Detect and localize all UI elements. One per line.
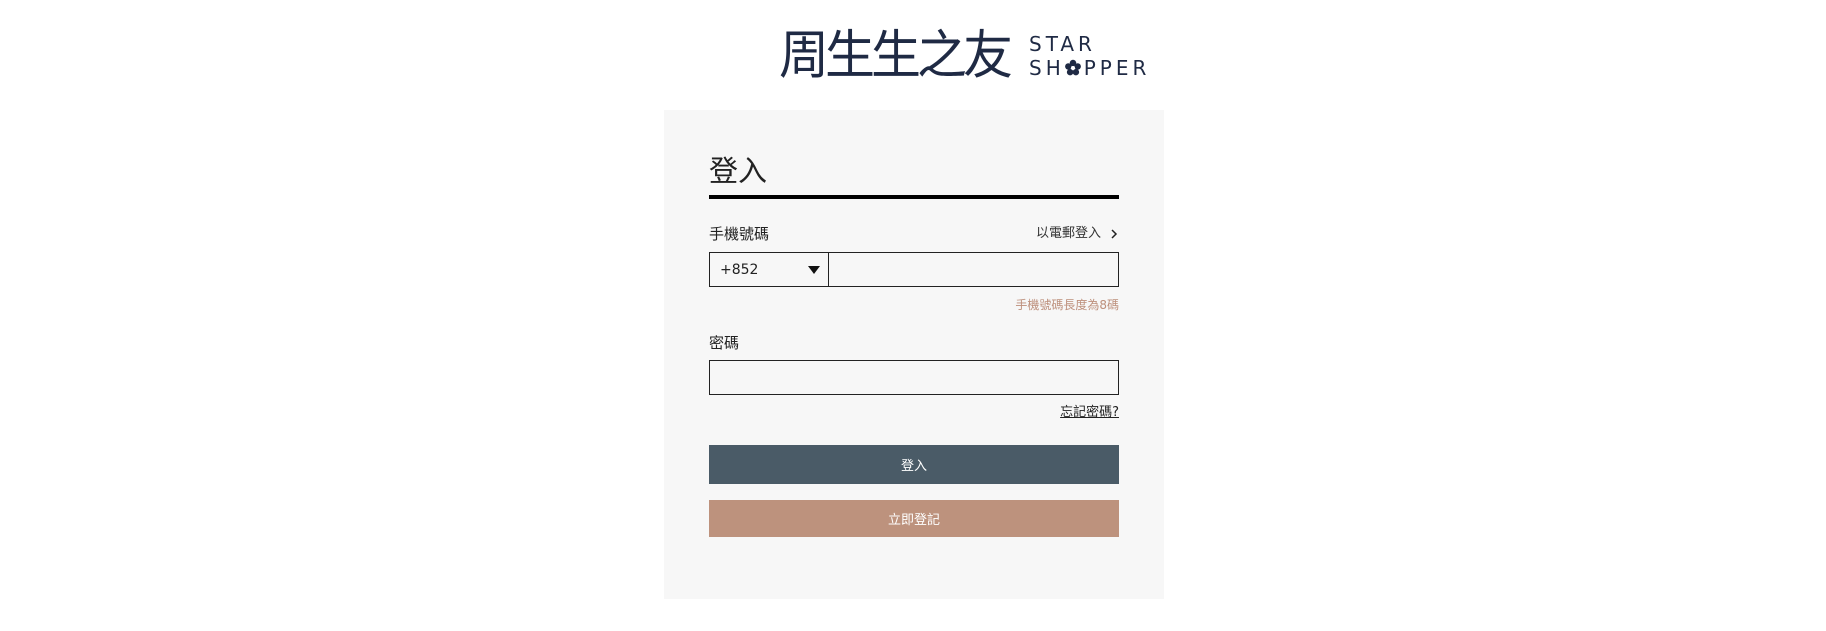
password-label: 密碼 xyxy=(709,334,740,352)
register-button[interactable]: 立即登記 xyxy=(709,500,1119,537)
logo-english-line2-left: SH xyxy=(1029,55,1065,80)
country-code-select[interactable]: +852 xyxy=(710,253,829,286)
logo-english-text: STAR SH PPER xyxy=(1029,32,1150,80)
title-divider xyxy=(709,195,1119,199)
phone-input[interactable] xyxy=(829,253,1118,286)
phone-label: 手機號碼 xyxy=(709,225,770,243)
chevron-right-icon xyxy=(1111,229,1118,239)
caret-down-icon xyxy=(808,265,820,274)
logo-chinese-text: 周生生之友 xyxy=(779,24,1013,86)
page-title: 登入 xyxy=(709,154,768,188)
email-login-link[interactable]: 以電郵登入 xyxy=(1036,224,1119,244)
logo-english-line2: SH PPER xyxy=(1029,56,1150,80)
login-card: 登入 手機號碼 以電郵登入 +852 手機號碼長度為8碼 密碼 忘記密碼? 登入… xyxy=(664,110,1164,599)
email-login-link-label: 以電郵登入 xyxy=(1035,226,1101,241)
country-code-value: +852 xyxy=(720,261,759,278)
password-input[interactable] xyxy=(709,360,1119,395)
phone-length-hint: 手機號碼長度為8碼 xyxy=(1015,298,1119,312)
forgot-password-link[interactable]: 忘記密碼? xyxy=(1060,404,1119,422)
logo-english-line1: STAR xyxy=(1029,31,1096,56)
flower-icon xyxy=(1064,59,1081,75)
phone-field-group: +852 xyxy=(709,252,1119,287)
logo-english-line2-right: PPER xyxy=(1083,55,1151,80)
brand-logo: 周生生之友 STAR SH PPER xyxy=(779,24,1150,86)
login-button[interactable]: 登入 xyxy=(709,445,1119,484)
